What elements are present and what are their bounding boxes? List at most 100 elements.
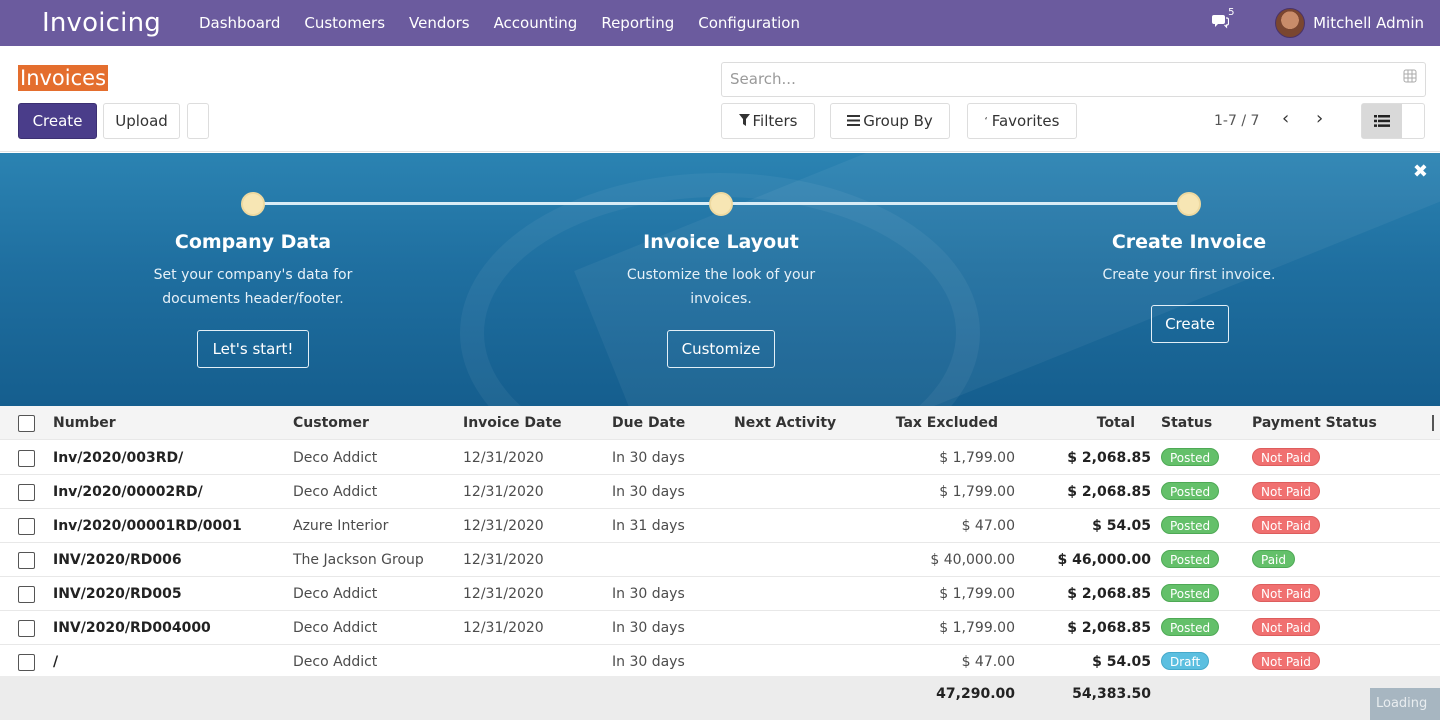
step-description: invoices. [690, 291, 752, 307]
table-row[interactable]: / Deco Addict In 30 days $ 47.00 $ 54.05… [0, 645, 1440, 679]
sum-total: 54,383.50 [1072, 686, 1151, 702]
table-row[interactable]: Inv/2020/00002RD/ Deco Addict 12/31/2020… [0, 475, 1440, 509]
customer-name: Deco Addict [293, 620, 378, 636]
group-by-button[interactable]: Group By [830, 103, 950, 139]
top-navbar: Invoicing Dashboard Customers Vendors Ac… [0, 0, 1440, 46]
main-menu: Dashboard Customers Vendors Accounting R… [199, 14, 824, 32]
invoice-date: 12/31/2020 [463, 484, 544, 500]
filters-button[interactable]: Filters [721, 103, 815, 139]
table-row[interactable]: Inv/2020/00001RD/0001 Azure Interior 12/… [0, 509, 1440, 543]
table-row[interactable]: INV/2020/RD004000 Deco Addict 12/31/2020… [0, 611, 1440, 645]
select-all-checkbox[interactable] [18, 415, 35, 432]
status-badge: Draft [1161, 652, 1210, 670]
search-options-icon[interactable] [1403, 63, 1417, 96]
app-title[interactable]: Invoicing [42, 8, 161, 38]
invoice-number: Inv/2020/00001RD/0001 [53, 518, 242, 534]
favorites-icon: ‘ [984, 115, 988, 127]
payment-status-badge: Not Paid [1252, 482, 1320, 500]
filters-label: Filters [752, 112, 798, 130]
step-description: Customize the look of your [626, 267, 816, 283]
table-row[interactable]: INV/2020/RD006 The Jackson Group 12/31/2… [0, 543, 1440, 577]
col-customer[interactable]: Customer [293, 406, 369, 440]
row-checkbox[interactable] [18, 484, 35, 501]
customer-name: Azure Interior [293, 518, 389, 534]
favorites-button[interactable]: ‘ Favorites [967, 103, 1077, 139]
step-title: Company Data [174, 231, 332, 253]
invoice-number: Inv/2020/00002RD/ [53, 484, 203, 500]
create-invoice-button[interactable]: Create [1151, 305, 1229, 343]
list-view-icon[interactable] [1362, 104, 1402, 138]
table-row[interactable]: INV/2020/RD005 Deco Addict 12/31/2020 In… [0, 577, 1440, 611]
pager-value[interactable]: 1-7 / 7 [1214, 113, 1259, 129]
due-date: In 31 days [612, 518, 685, 534]
col-number[interactable]: Number [53, 406, 116, 440]
row-checkbox[interactable] [18, 654, 35, 671]
table-row[interactable]: Inv/2020/003RD/ Deco Addict 12/31/2020 I… [0, 441, 1440, 475]
total: $ 54.05 [1092, 518, 1151, 534]
chevron-right-icon[interactable]: › [1316, 108, 1323, 129]
step-dot-create-invoice [1177, 192, 1201, 216]
status-badge: Posted [1161, 516, 1220, 534]
row-checkbox[interactable] [18, 552, 35, 569]
avatar[interactable] [1275, 8, 1306, 38]
step-dot-invoice-layout [709, 192, 733, 216]
status-badge: Posted [1161, 584, 1220, 602]
customize-button[interactable]: Customize [667, 330, 775, 368]
step-title: Invoice Layout [643, 231, 799, 253]
upload-button[interactable]: Upload [103, 103, 180, 139]
close-icon[interactable]: ✖ [1413, 161, 1428, 182]
col-total[interactable]: Total [1040, 406, 1135, 440]
chat-icon[interactable]: 5 [1211, 7, 1234, 33]
search-placeholder: Search... [730, 70, 796, 88]
column-settings-handle[interactable] [1432, 415, 1434, 431]
table-header: Number Customer Invoice Date Due Date Ne… [0, 406, 1440, 440]
total: $ 2,068.85 [1067, 484, 1151, 500]
col-next-activity[interactable]: Next Activity [734, 406, 836, 440]
create-button[interactable]: Create [18, 103, 97, 139]
step-title: Create Invoice [1111, 231, 1267, 253]
invoice-number: INV/2020/RD005 [53, 586, 182, 602]
invoice-date: 12/31/2020 [463, 620, 544, 636]
step-dot-company-data [241, 192, 265, 216]
col-invoice-date[interactable]: Invoice Date [463, 406, 562, 440]
row-checkbox[interactable] [18, 586, 35, 603]
user-name[interactable]: Mitchell Admin [1313, 14, 1424, 32]
menu-vendors[interactable]: Vendors [409, 14, 470, 32]
table-footer-totals: 47,290.00 54,383.50 [0, 676, 1440, 720]
due-date: In 30 days [612, 450, 685, 466]
step-description: Create your first invoice. [1102, 267, 1276, 283]
customer-name: Deco Addict [293, 484, 378, 500]
step-create-invoice: Create Invoice Create your first invoice… [1039, 231, 1339, 287]
col-status[interactable]: Status [1161, 406, 1212, 440]
invoice-date: 12/31/2020 [463, 552, 544, 568]
lets-start-button[interactable]: Let's start! [197, 330, 309, 368]
menu-reporting[interactable]: Reporting [601, 14, 674, 32]
row-checkbox[interactable] [18, 620, 35, 637]
tax-excluded: $ 47.00 [961, 654, 1015, 670]
menu-customers[interactable]: Customers [304, 14, 385, 32]
invoice-number: Inv/2020/003RD/ [53, 450, 184, 466]
chevron-left-icon[interactable]: ‹ [1282, 108, 1289, 129]
col-payment-status[interactable]: Payment Status [1252, 406, 1377, 440]
menu-accounting[interactable]: Accounting [494, 14, 578, 32]
customer-name: The Jackson Group [293, 552, 424, 568]
status-badge: Posted [1161, 482, 1220, 500]
due-date: In 30 days [612, 620, 685, 636]
onboarding-banner: ✖ Company Data Set your company's data f… [0, 153, 1440, 406]
chat-count-badge: 5 [1228, 7, 1235, 18]
row-checkbox[interactable] [18, 518, 35, 535]
group-by-label: Group By [863, 112, 933, 130]
step-description: Set your company's data for [153, 267, 353, 283]
sum-tax-excluded: 47,290.00 [936, 686, 1015, 702]
col-tax-excluded[interactable]: Tax Excluded [860, 406, 998, 440]
col-due-date[interactable]: Due Date [612, 406, 685, 440]
menu-dashboard[interactable]: Dashboard [199, 14, 280, 32]
row-checkbox[interactable] [18, 450, 35, 467]
more-button[interactable] [187, 103, 209, 139]
due-date: In 30 days [612, 586, 685, 602]
tax-excluded: $ 47.00 [961, 518, 1015, 534]
search-input[interactable]: Search... [721, 62, 1426, 97]
invoice-date: 12/31/2020 [463, 518, 544, 534]
tax-excluded: $ 40,000.00 [930, 552, 1015, 568]
menu-configuration[interactable]: Configuration [698, 14, 800, 32]
